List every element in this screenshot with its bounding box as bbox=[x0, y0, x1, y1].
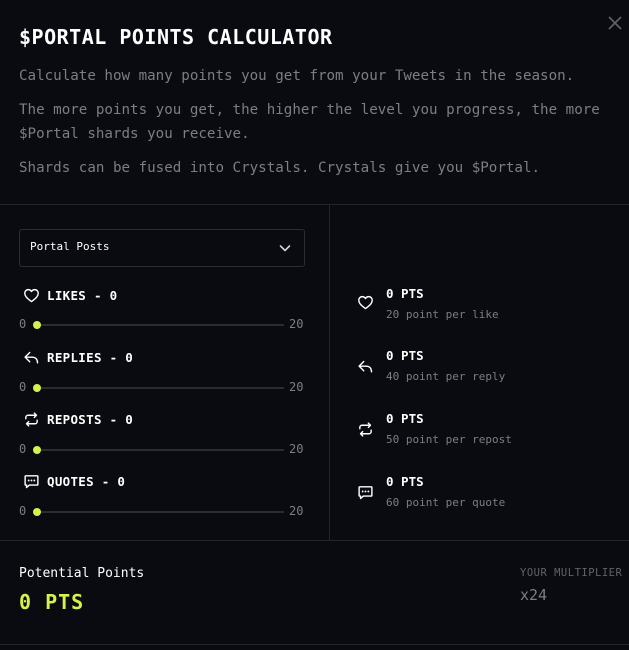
quote-icon bbox=[23, 473, 40, 490]
description-line-2: The more points you get, the higher the … bbox=[19, 102, 600, 142]
quotes-points-value: 0 PTS bbox=[386, 474, 424, 489]
reposts-slider-max: 20 bbox=[289, 442, 304, 456]
potential-points-label: Potential Points bbox=[19, 566, 145, 581]
description-line-3: Shards can be fused into Crystals. Cryst… bbox=[19, 160, 541, 176]
quotes-label-text: QUOTES - 0 bbox=[47, 473, 126, 489]
repost-icon bbox=[23, 411, 40, 428]
replies-label: REPLIES - 0 bbox=[23, 347, 133, 367]
reposts-slider-min: 0 bbox=[19, 442, 27, 456]
replies-slider-min: 0 bbox=[19, 380, 27, 394]
post-type-select-value: Portal Posts bbox=[30, 240, 110, 253]
replies-points-rate: 40 point per reply bbox=[386, 370, 506, 383]
reposts-label-text: REPOSTS - 0 bbox=[47, 411, 134, 427]
header: $PORTAL POINTS CALCULATOR Calculate how … bbox=[19, 24, 619, 176]
quote-icon bbox=[357, 484, 374, 501]
heart-icon bbox=[23, 287, 40, 304]
multiplier-value: x24 bbox=[520, 586, 548, 604]
page-title: $PORTAL POINTS CALCULATOR bbox=[19, 25, 333, 49]
replies-label-text: REPLIES - 0 bbox=[47, 349, 134, 365]
repost-icon bbox=[357, 421, 374, 438]
likes-points-rate: 20 point per like bbox=[386, 308, 499, 321]
heart-icon bbox=[357, 294, 374, 311]
reposts-label: REPOSTS - 0 bbox=[23, 409, 133, 429]
quotes-slider-track[interactable] bbox=[33, 508, 284, 516]
chevron-down-icon bbox=[278, 241, 292, 255]
post-type-select[interactable]: Portal Posts bbox=[19, 229, 305, 267]
quotes-points-rate: 60 point per quote bbox=[386, 496, 506, 509]
replies-slider-thumb[interactable] bbox=[33, 384, 41, 392]
reposts-slider-thumb[interactable] bbox=[33, 446, 41, 454]
likes-label: LIKES - 0 bbox=[23, 285, 117, 305]
likes-points-value: 0 PTS bbox=[386, 286, 424, 301]
quotes-slider-min: 0 bbox=[19, 504, 27, 518]
potential-points-total: 0 PTS bbox=[19, 590, 85, 614]
multiplier-label: YOUR MULTIPLIER bbox=[520, 567, 623, 579]
likes-slider-min: 0 bbox=[19, 317, 27, 331]
quotes-slider-thumb[interactable] bbox=[33, 508, 41, 516]
likes-slider-thumb[interactable] bbox=[33, 321, 41, 329]
reposts-points-value: 0 PTS bbox=[386, 411, 424, 426]
likes-slider-track[interactable] bbox=[33, 321, 284, 329]
replies-slider-max: 20 bbox=[289, 380, 304, 394]
replies-slider-track[interactable] bbox=[33, 384, 284, 392]
reply-icon bbox=[23, 349, 40, 366]
divider-bottom bbox=[0, 540, 629, 541]
reply-icon bbox=[357, 358, 374, 375]
reposts-points-rate: 50 point per repost bbox=[386, 433, 512, 446]
quotes-slider-max: 20 bbox=[289, 504, 304, 518]
divider-vertical bbox=[329, 205, 330, 540]
likes-label-text: LIKES - 0 bbox=[47, 287, 118, 303]
replies-points-value: 0 PTS bbox=[386, 348, 424, 363]
divider-top bbox=[0, 204, 629, 205]
likes-slider-max: 20 bbox=[289, 317, 304, 331]
quotes-label: QUOTES - 0 bbox=[23, 471, 125, 491]
description-line-1: Calculate how many points you get from y… bbox=[19, 68, 575, 84]
points-calculator-modal: $PORTAL POINTS CALCULATOR Calculate how … bbox=[0, 0, 629, 650]
divider-footer bbox=[0, 644, 629, 645]
reposts-slider-track[interactable] bbox=[33, 446, 284, 454]
